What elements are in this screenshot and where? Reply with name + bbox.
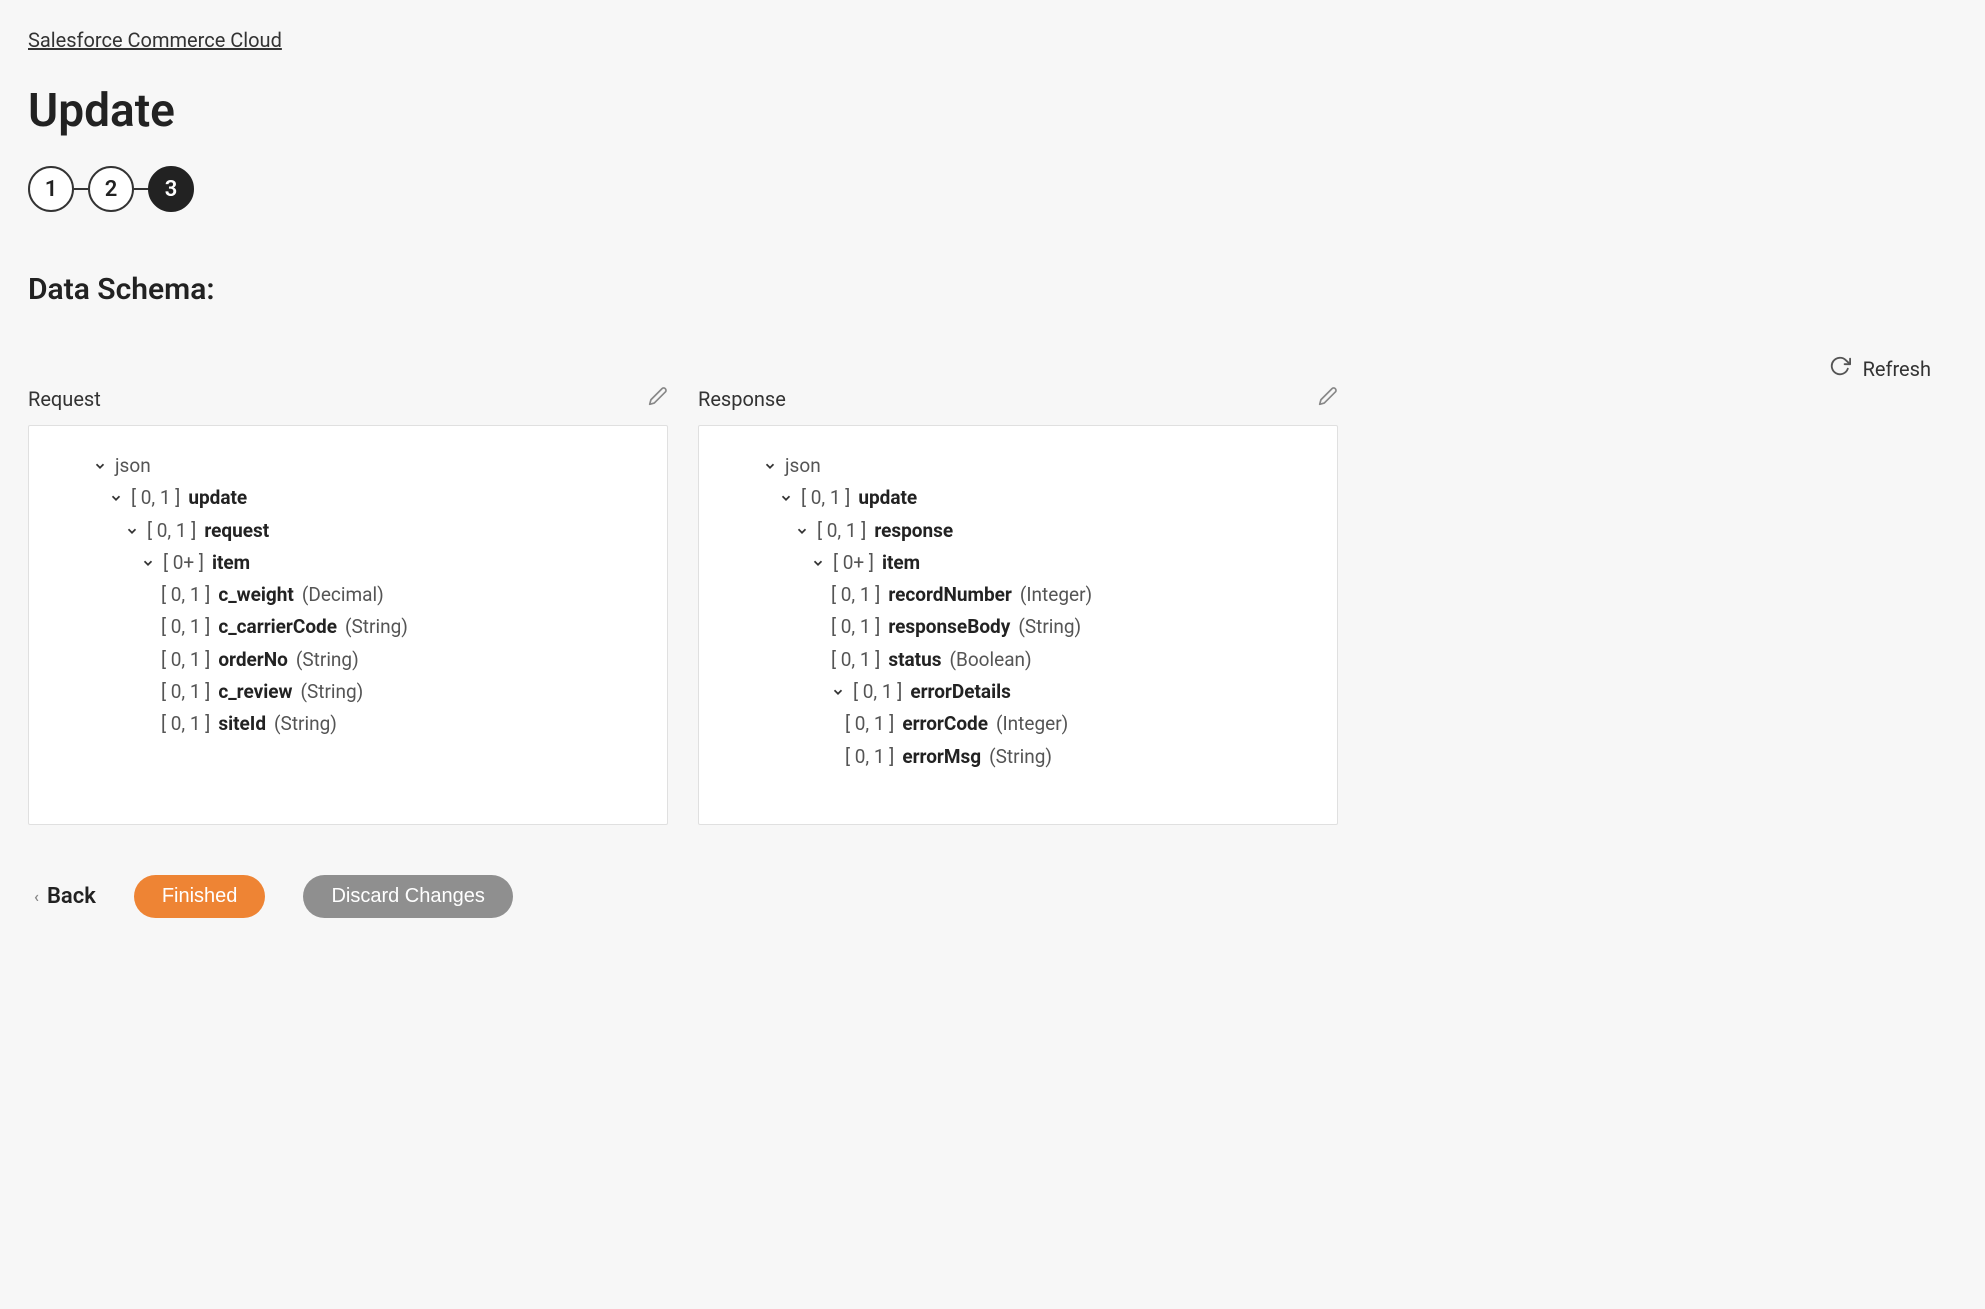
chevron-down-icon — [93, 459, 107, 473]
field-name: errorDetails — [910, 676, 1011, 708]
field-type: (Decimal) — [302, 579, 384, 611]
tree-row[interactable]: [ 0, 1 ] update — [53, 482, 643, 514]
cardinality: [ 0, 1 ] — [147, 515, 196, 547]
chevron-left-icon: ‹ — [34, 887, 39, 906]
tree-row: [ 0, 1 ] responseBody (String) — [723, 611, 1313, 643]
chevron-down-icon — [831, 685, 845, 699]
cardinality: [ 0, 1 ] — [161, 579, 210, 611]
tree-root-label: json — [785, 450, 821, 482]
field-name: responseBody — [888, 611, 1010, 643]
field-type: (String) — [300, 676, 363, 708]
back-button[interactable]: ‹ Back — [28, 884, 96, 909]
cardinality: [ 0, 1 ] — [161, 611, 210, 643]
chevron-down-icon — [779, 491, 793, 505]
cardinality: [ 0, 1 ] — [845, 741, 894, 773]
chevron-down-icon — [109, 491, 123, 505]
field-name: update — [858, 482, 917, 514]
field-name: orderNo — [218, 644, 288, 676]
cardinality: [ 0, 1 ] — [845, 708, 894, 740]
chevron-down-icon — [763, 459, 777, 473]
tree-row[interactable]: [ 0, 1 ] response — [723, 515, 1313, 547]
chevron-down-icon — [125, 524, 139, 538]
tree-row: [ 0, 1 ] orderNo (String) — [53, 644, 643, 676]
chevron-down-icon — [141, 556, 155, 570]
cardinality: [ 0+ ] — [163, 547, 204, 579]
tree-root-label: json — [115, 450, 151, 482]
tree-row[interactable]: [ 0, 1 ] request — [53, 515, 643, 547]
field-name: c_carrierCode — [218, 611, 337, 643]
tree-row[interactable]: [ 0+ ] item — [723, 547, 1313, 579]
tree-root[interactable]: json — [723, 450, 1313, 482]
response-header: Response — [698, 387, 786, 411]
cardinality: [ 0+ ] — [833, 547, 874, 579]
tree-row: [ 0, 1 ] recordNumber (Integer) — [723, 579, 1313, 611]
chevron-down-icon — [795, 524, 809, 538]
field-name: errorCode — [902, 708, 988, 740]
tree-row: [ 0, 1 ] siteId (String) — [53, 708, 643, 740]
field-type: (Boolean) — [950, 644, 1032, 676]
section-title: Data Schema: — [28, 272, 1957, 307]
step-connector — [74, 188, 88, 190]
field-type: (String) — [989, 741, 1052, 773]
field-name: response — [874, 515, 953, 547]
request-panel: json [ 0, 1 ] update[ 0, 1 ] request[ 0+… — [28, 425, 668, 825]
field-name: recordNumber — [888, 579, 1012, 611]
tree-row: [ 0, 1 ] c_carrierCode (String) — [53, 611, 643, 643]
field-name: siteId — [218, 708, 266, 740]
step-3[interactable]: 3 — [148, 166, 194, 212]
cardinality: [ 0, 1 ] — [161, 644, 210, 676]
cardinality: [ 0, 1 ] — [831, 579, 880, 611]
cardinality: [ 0, 1 ] — [817, 515, 866, 547]
stepper: 1 2 3 — [28, 166, 1957, 212]
field-type: (String) — [274, 708, 337, 740]
edit-response-icon[interactable] — [1318, 386, 1338, 411]
field-name: item — [882, 547, 920, 579]
edit-request-icon[interactable] — [648, 386, 668, 411]
tree-row: [ 0, 1 ] errorMsg (String) — [723, 741, 1313, 773]
tree-root[interactable]: json — [53, 450, 643, 482]
cardinality: [ 0, 1 ] — [801, 482, 850, 514]
field-name: errorMsg — [902, 741, 981, 773]
step-1[interactable]: 1 — [28, 166, 74, 212]
page-title: Update — [28, 84, 1957, 138]
cardinality: [ 0, 1 ] — [831, 644, 880, 676]
request-header: Request — [28, 387, 101, 411]
field-name: status — [888, 644, 941, 676]
refresh-label: Refresh — [1863, 357, 1931, 381]
field-type: (String) — [1018, 611, 1081, 643]
field-name: update — [188, 482, 247, 514]
tree-row[interactable]: [ 0, 1 ] errorDetails — [723, 676, 1313, 708]
tree-row[interactable]: [ 0+ ] item — [53, 547, 643, 579]
back-label: Back — [47, 884, 96, 909]
step-connector — [134, 188, 148, 190]
response-panel: json [ 0, 1 ] update[ 0, 1 ] response[ 0… — [698, 425, 1338, 825]
field-name: request — [204, 515, 269, 547]
tree-row: [ 0, 1 ] c_review (String) — [53, 676, 643, 708]
tree-row: [ 0, 1 ] status (Boolean) — [723, 644, 1313, 676]
cardinality: [ 0, 1 ] — [161, 676, 210, 708]
chevron-down-icon — [811, 556, 825, 570]
refresh-button[interactable]: Refresh — [1829, 355, 1931, 382]
field-type: (Integer) — [1020, 579, 1092, 611]
field-type: (String) — [296, 644, 359, 676]
cardinality: [ 0, 1 ] — [161, 708, 210, 740]
finished-button[interactable]: Finished — [134, 875, 266, 918]
field-type: (Integer) — [996, 708, 1068, 740]
tree-row: [ 0, 1 ] errorCode (Integer) — [723, 708, 1313, 740]
field-name: c_weight — [218, 579, 294, 611]
field-name: c_review — [218, 676, 292, 708]
field-type: (String) — [345, 611, 408, 643]
cardinality: [ 0, 1 ] — [131, 482, 180, 514]
field-name: item — [212, 547, 250, 579]
cardinality: [ 0, 1 ] — [831, 611, 880, 643]
discard-button[interactable]: Discard Changes — [303, 875, 512, 918]
cardinality: [ 0, 1 ] — [853, 676, 902, 708]
tree-row: [ 0, 1 ] c_weight (Decimal) — [53, 579, 643, 611]
tree-row[interactable]: [ 0, 1 ] update — [723, 482, 1313, 514]
breadcrumb-link[interactable]: Salesforce Commerce Cloud — [28, 28, 282, 52]
step-2[interactable]: 2 — [88, 166, 134, 212]
refresh-icon — [1829, 355, 1851, 382]
